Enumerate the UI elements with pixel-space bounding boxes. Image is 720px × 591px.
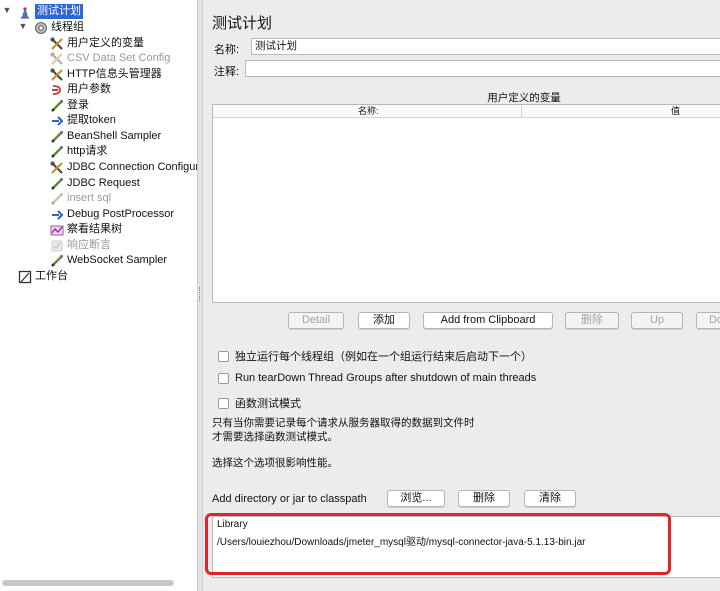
wrench-icon bbox=[50, 36, 64, 51]
tree-item[interactable]: 用户参数 bbox=[50, 82, 111, 97]
tree-item-label: Debug PostProcessor bbox=[67, 208, 174, 220]
name-label: 名称: bbox=[214, 44, 240, 56]
tree-item-label: 线程组 bbox=[51, 21, 84, 33]
add-button[interactable]: 添加 bbox=[358, 312, 410, 329]
tree-item[interactable]: JDBC Request bbox=[50, 176, 140, 191]
tree-item[interactable]: JDBC Connection Configura bbox=[50, 160, 197, 175]
user-defined-variables-table[interactable]: 名称: 值 bbox=[212, 104, 720, 303]
serialize-thread-groups-option[interactable]: 独立运行每个线程组（例如在一个组运行结束后启动下一个） bbox=[218, 348, 532, 364]
sampler-icon bbox=[50, 254, 64, 268]
tree-item-label: 工作台 bbox=[35, 270, 68, 282]
delete-variable-button[interactable]: 删除 bbox=[565, 312, 619, 329]
wrench-icon bbox=[50, 51, 64, 66]
teardown-checkbox[interactable] bbox=[218, 372, 229, 384]
tree-item-label: 测试计划 bbox=[35, 4, 83, 19]
test-plan-icon bbox=[18, 5, 32, 19]
name-field[interactable]: 测试计划 bbox=[251, 38, 720, 55]
functional-mode-note-line1: 只有当你需要记录每个请求从服务器取得的数据到文件时 bbox=[212, 417, 475, 429]
move-down-button[interactable]: Do bbox=[696, 312, 720, 329]
user-defined-variables-title: 用户定义的变量 bbox=[487, 92, 561, 104]
teardown-option[interactable]: Run tearDown Thread Groups after shutdow… bbox=[218, 372, 536, 384]
assertion-icon bbox=[50, 239, 64, 253]
tree-item[interactable]: HTTP信息头管理器 bbox=[50, 67, 162, 82]
browse-button[interactable]: 浏览... bbox=[387, 490, 445, 507]
tree-item-label: WebSocket Sampler bbox=[67, 254, 168, 266]
pane-splitter[interactable] bbox=[197, 0, 203, 591]
functional-mode-checkbox[interactable] bbox=[218, 397, 229, 409]
tree-item-label: BeanShell Sampler bbox=[67, 130, 162, 142]
column-header-name[interactable]: 名称: bbox=[358, 105, 379, 118]
tree-item-label: insert sql bbox=[67, 192, 112, 204]
tree-item-label: CSV Data Set Config bbox=[67, 52, 171, 64]
tree-item[interactable]: 用户定义的变量 bbox=[50, 36, 144, 51]
classpath-label: Add directory or jar to classpath bbox=[212, 493, 367, 505]
sampler-icon bbox=[50, 177, 64, 191]
tree-item-label: 用户定义的变量 bbox=[67, 37, 144, 49]
add-from-clipboard-button[interactable]: Add from Clipboard bbox=[423, 312, 553, 329]
tree-item[interactable]: WebSocket Sampler bbox=[50, 253, 167, 268]
variables-table-header: 名称: 值 bbox=[213, 105, 720, 118]
functional-mode-label: 函数测试模式 bbox=[235, 398, 301, 410]
column-divider bbox=[521, 105, 522, 118]
sampler-icon bbox=[50, 192, 64, 206]
listener-icon bbox=[50, 223, 64, 237]
tree-item[interactable]: BeanShell Sampler bbox=[50, 129, 161, 144]
wrench-icon bbox=[50, 67, 64, 82]
workbench-icon bbox=[18, 270, 32, 284]
tree-item-label: HTTP信息头管理器 bbox=[67, 68, 162, 80]
page-title: 测试计划 bbox=[212, 15, 273, 32]
post-processor-icon bbox=[50, 114, 64, 128]
tree-item[interactable]: 工作台 bbox=[18, 269, 68, 284]
test-plan-panel: 测试计划 名称: 测试计划 注释: 用户定义的变量 名称: 值 Detail 添… bbox=[204, 0, 720, 591]
move-up-button[interactable]: Up bbox=[631, 312, 683, 329]
tree-item-label: 响应断言 bbox=[67, 239, 111, 251]
functional-mode-note-line2: 才需要选择函数测试模式。 bbox=[212, 431, 338, 443]
collapse-plan-icon[interactable]: ▼ bbox=[2, 5, 12, 15]
sampler-icon bbox=[50, 99, 64, 113]
collapse-thread-group-icon[interactable]: ▼ bbox=[18, 21, 28, 31]
tree-item-label: JDBC Request bbox=[67, 177, 140, 189]
thread-group-icon bbox=[34, 21, 48, 35]
tree-item[interactable]: 登录 bbox=[50, 98, 89, 113]
splitter-grip-icon bbox=[199, 287, 201, 301]
tree-item[interactable]: 察看结果树 bbox=[50, 222, 122, 237]
sampler-icon bbox=[50, 145, 64, 159]
sampler-icon bbox=[50, 130, 64, 144]
tree-item[interactable]: 线程组 bbox=[34, 20, 84, 35]
tree-item[interactable]: insert sql bbox=[50, 191, 111, 206]
comment-label: 注释: bbox=[214, 66, 240, 78]
tree-item-label: 用户参数 bbox=[67, 83, 111, 95]
serialize-label: 独立运行每个线程组（例如在一个组运行结束后启动下一个） bbox=[235, 351, 532, 363]
tree-item-label: http请求 bbox=[67, 145, 108, 157]
column-header-value[interactable]: 值 bbox=[671, 105, 680, 118]
performance-warning: 选择这个选项很影响性能。 bbox=[212, 457, 338, 469]
post-processor-icon bbox=[50, 208, 64, 222]
tree-item[interactable]: 提取token bbox=[50, 113, 116, 128]
tree-item[interactable]: 响应断言 bbox=[50, 238, 111, 253]
classpath-delete-button[interactable]: 删除 bbox=[458, 490, 510, 507]
test-plan-tree[interactable]: ▼ ▼ 测试计划线程组用户定义的变量 CSV Data Set Config HTT… bbox=[0, 0, 197, 591]
classpath-clear-button[interactable]: 清除 bbox=[524, 490, 576, 507]
tree-item[interactable]: http请求 bbox=[50, 144, 107, 159]
wrench-icon bbox=[50, 160, 64, 175]
tree-item-label: 登录 bbox=[67, 99, 89, 111]
serialize-checkbox[interactable] bbox=[218, 350, 229, 362]
teardown-label: Run tearDown Thread Groups after shutdow… bbox=[235, 372, 537, 384]
pre-processor-icon bbox=[50, 83, 64, 97]
red-highlight-box bbox=[205, 513, 671, 575]
tree-item[interactable]: 测试计划 bbox=[18, 4, 83, 19]
tree-item-label: 察看结果树 bbox=[67, 223, 122, 235]
tree-horizontal-scrollbar[interactable] bbox=[2, 580, 174, 586]
functional-test-mode-option[interactable]: 函数测试模式 bbox=[218, 395, 301, 411]
detail-button[interactable]: Detail bbox=[288, 312, 344, 329]
tree-item-label: 提取token bbox=[67, 114, 116, 126]
tree-item-label: JDBC Connection Configura bbox=[67, 161, 197, 173]
tree-item[interactable]: CSV Data Set Config bbox=[50, 51, 170, 66]
comment-field[interactable] bbox=[245, 60, 720, 77]
tree-item[interactable]: Debug PostProcessor bbox=[50, 207, 174, 222]
